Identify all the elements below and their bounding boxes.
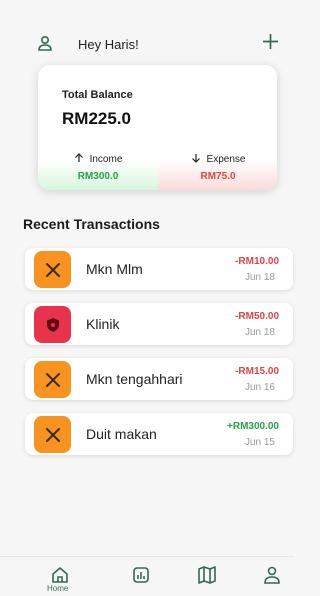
transaction-name: Mkn Mlm [86,261,143,277]
transaction-item[interactable]: Mkn Mlm -RM10.00 Jun 18 [25,248,293,290]
transaction-amount: -RM10.00 [235,256,279,267]
user-icon[interactable] [262,565,282,585]
transaction-amount: +RM300.00 [227,421,279,432]
income-summary[interactable]: Income RM300.0 [38,143,158,190]
expense-value: RM75.0 [200,171,236,182]
transaction-item[interactable]: Duit makan +RM300.00 Jun 15 [25,413,293,455]
bottom-nav: Home [0,556,294,596]
transaction-date: Jun 18 [244,327,275,338]
expense-label: Expense [206,154,246,165]
nav-home-label[interactable]: Home [47,584,68,593]
shield-icon [34,306,71,343]
transaction-name: Duit makan [86,426,157,442]
expense-summary[interactable]: Expense RM75.0 [158,143,277,190]
transaction-name: Klinik [86,316,120,332]
balance-card: Total Balance RM225.0 Income RM300.0 Exp… [38,65,277,190]
utensils-icon [34,361,71,398]
chart-icon[interactable] [131,565,151,585]
utensils-icon [34,251,71,288]
transaction-name: Mkn tengahhari [86,371,183,387]
balance-title: Total Balance [62,89,133,101]
utensils-icon [34,416,71,453]
home-icon[interactable] [50,565,70,585]
transaction-amount: -RM15.00 [235,366,279,377]
arrow-up-icon [74,153,83,162]
plus-icon[interactable] [262,33,279,50]
user-icon[interactable] [37,35,53,51]
income-label: Income [89,154,123,165]
income-value: RM300.0 [77,171,119,182]
transaction-date: Jun 15 [244,437,275,448]
transaction-date: Jun 18 [244,272,275,283]
transaction-date: Jun 16 [244,382,275,393]
transaction-amount: -RM50.00 [235,311,279,322]
greeting-text: Hey Haris! [78,37,139,52]
arrow-down-icon [191,154,200,163]
section-title: Recent Transactions [23,216,160,232]
transaction-item[interactable]: Klinik -RM50.00 Jun 18 [25,303,293,345]
map-icon[interactable] [197,565,217,585]
transaction-item[interactable]: Mkn tengahhari -RM15.00 Jun 16 [25,358,293,400]
balance-amount: RM225.0 [62,109,131,128]
